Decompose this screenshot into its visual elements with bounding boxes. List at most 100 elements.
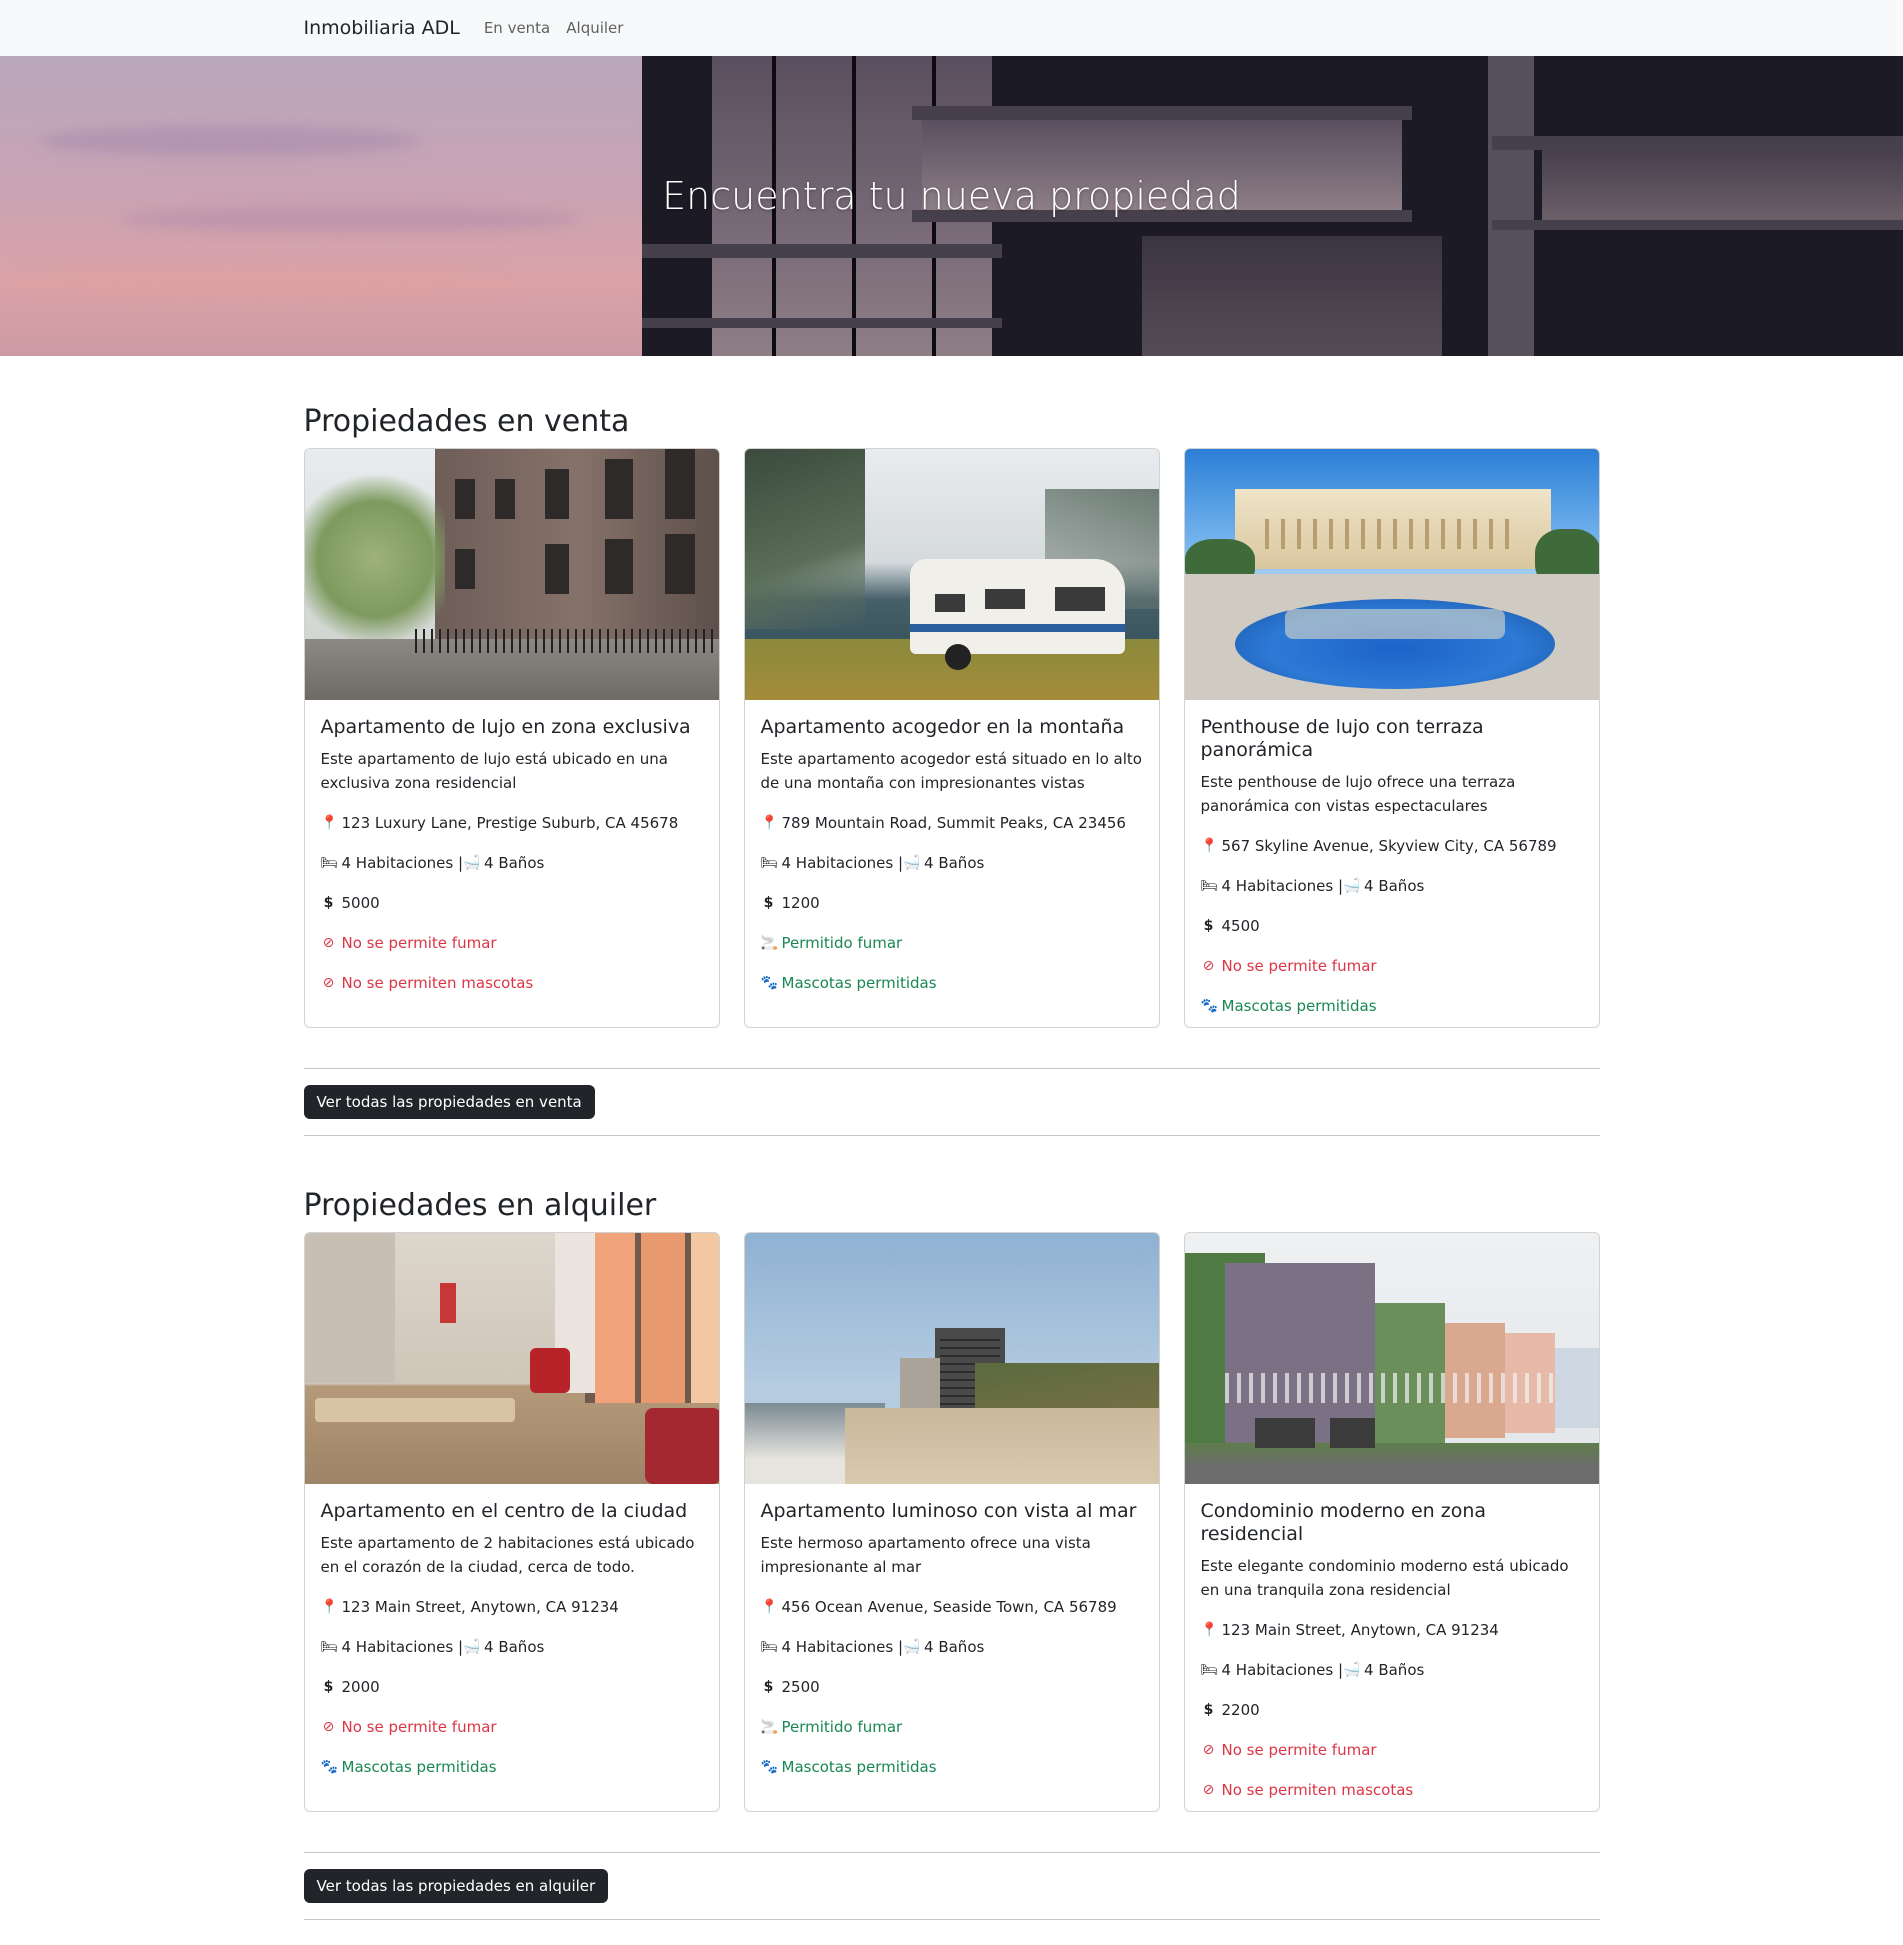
property-card[interactable]: Penthouse de lujo con terraza panorámica… [1183, 448, 1600, 1028]
map-pin-icon: 📍 [760, 1598, 778, 1615]
card-body: Condominio moderno en zona residencial E… [1185, 1484, 1599, 1811]
divider [303, 1919, 1600, 1920]
card-address: 📍 456 Ocean Avenue, Seaside Town, CA 5678… [761, 1595, 1143, 1619]
bath-icon: 🛁 [1343, 877, 1361, 894]
card-smoking: 🚬 Permitido fumar [761, 1715, 1143, 1739]
card-rooms: 🛏 4 Habitaciones | 🛁 4 Baños [1201, 1658, 1583, 1682]
card-description: Este apartamento de 2 habitaciones está … [320, 1533, 695, 1576]
rent-cards: Apartamento en el centro de la ciudad Es… [303, 1232, 1600, 1812]
divider [303, 1852, 1600, 1853]
dollar-icon: $ [323, 1678, 334, 1695]
bed-icon: 🛏 [1200, 877, 1219, 894]
bath-icon: 🛁 [903, 1638, 921, 1655]
beach-tower-photo [744, 1233, 1159, 1484]
dollar-icon: $ [763, 1678, 774, 1695]
mansion-pool-photo [1184, 449, 1599, 700]
paw-icon: 🐾 [320, 1758, 338, 1775]
view-all-rent-button[interactable]: Ver todas las propiedades en alquiler [303, 1869, 609, 1903]
no-pets-icon: ⊘ [1202, 1781, 1215, 1798]
card-body: Apartamento acogedor en la montaña Este … [745, 700, 1159, 1011]
divider [303, 1068, 1600, 1069]
hero-cloud [0, 266, 520, 300]
no-smoking-icon: ⊘ [322, 934, 335, 951]
dollar-icon: $ [323, 894, 334, 911]
card-title[interactable]: Penthouse de lujo con terraza panorámica [1201, 716, 1583, 762]
card-price: $2000 [321, 1675, 703, 1699]
sale-cards: Apartamento de lujo en zona exclusiva Es… [303, 448, 1600, 1028]
card-price: $5000 [321, 891, 703, 915]
navbar-container: Inmobiliaria ADL En venta Alquiler [304, 17, 1600, 39]
card-body: Apartamento luminoso con vista al mar Es… [745, 1484, 1159, 1795]
card-address: 📍 789 Mountain Road, Summit Peaks, CA 234… [761, 811, 1143, 835]
sale-section: Propiedades en venta Apartamento de lujo… [303, 356, 1600, 1136]
dollar-icon: $ [1203, 1701, 1214, 1718]
dollar-icon: $ [763, 894, 774, 911]
card-rooms: 🛏 4 Habitaciones | 🛁 4 Baños [761, 1635, 1143, 1659]
map-pin-icon: 📍 [1200, 837, 1218, 854]
card-pets: ⊘ No se permiten mascotas [1201, 1778, 1583, 1802]
card-pets: 🐾 Mascotas permitidas [761, 1755, 1143, 1779]
card-address: 📍 567 Skyline Avenue, Skyview City, CA 56… [1201, 834, 1583, 858]
card-price: $2200 [1201, 1698, 1583, 1722]
navbar: Inmobiliaria ADL En venta Alquiler [0, 0, 1903, 56]
map-pin-icon: 📍 [1200, 1621, 1218, 1638]
no-smoking-icon: ⊘ [1202, 957, 1215, 974]
card-rooms: 🛏 4 Habitaciones | 🛁 4 Baños [321, 851, 703, 875]
card-smoking: ⊘ No se permite fumar [321, 1715, 703, 1739]
bed-icon: 🛏 [1200, 1661, 1219, 1678]
bed-icon: 🛏 [320, 1638, 339, 1655]
hero-banner: Encuentra tu nueva propiedad [0, 56, 1903, 356]
brownstone-street-photo [304, 449, 719, 700]
nav-link-alquiler[interactable]: Alquiler [566, 19, 623, 37]
smoking-icon: 🚬 [760, 934, 778, 951]
no-pets-icon: ⊘ [322, 974, 335, 991]
card-body: Apartamento de lujo en zona exclusiva Es… [305, 700, 719, 1011]
property-card[interactable]: Condominio moderno en zona residencial E… [1183, 1232, 1600, 1812]
nav-link-en-venta[interactable]: En venta [484, 19, 550, 37]
no-smoking-icon: ⊘ [322, 1718, 335, 1735]
card-title[interactable]: Apartamento luminoso con vista al mar [761, 1500, 1143, 1523]
card-smoking: ⊘ No se permite fumar [1201, 1738, 1583, 1762]
view-all-sale-button[interactable]: Ver todas las propiedades en venta [303, 1085, 595, 1119]
map-pin-icon: 📍 [760, 814, 778, 831]
brand-link[interactable]: Inmobiliaria ADL [304, 17, 460, 39]
main-content: Propiedades en venta Apartamento de lujo… [303, 356, 1600, 1920]
card-title[interactable]: Apartamento acogedor en la montaña [761, 716, 1143, 739]
dollar-icon: $ [1203, 917, 1214, 934]
bed-icon: 🛏 [760, 1638, 779, 1655]
card-description: Este penthouse de lujo ofrece una terraz… [1200, 772, 1516, 815]
paw-icon: 🐾 [1200, 997, 1218, 1014]
card-smoking: ⊘ No se permite fumar [1201, 954, 1583, 978]
bath-icon: 🛁 [1343, 1661, 1361, 1678]
bath-icon: 🛁 [463, 1638, 481, 1655]
sale-heading: Propiedades en venta [303, 404, 630, 439]
card-title[interactable]: Apartamento de lujo en zona exclusiva [321, 716, 703, 739]
map-pin-icon: 📍 [320, 1598, 338, 1615]
card-price: $2500 [761, 1675, 1143, 1699]
card-title[interactable]: Apartamento en el centro de la ciudad [321, 1500, 703, 1523]
card-description: Este hermoso apartamento ofrece una vist… [760, 1533, 1091, 1576]
card-smoking: ⊘ No se permite fumar [321, 931, 703, 955]
card-rooms: 🛏 4 Habitaciones | 🛁 4 Baños [761, 851, 1143, 875]
card-rooms: 🛏 4 Habitaciones | 🛁 4 Baños [321, 1635, 703, 1659]
property-card[interactable]: Apartamento luminoso con vista al mar Es… [743, 1232, 1160, 1812]
bed-icon: 🛏 [760, 854, 779, 871]
rent-heading: Propiedades en alquiler [303, 1188, 657, 1223]
bed-icon: 🛏 [320, 854, 339, 871]
card-description: Este elegante condominio moderno está ub… [1200, 1556, 1569, 1599]
hero-cloud [40, 126, 420, 156]
card-address: 📍 123 Main Street, Anytown, CA 91234 [1201, 1618, 1583, 1642]
property-card[interactable]: Apartamento de lujo en zona exclusiva Es… [303, 448, 720, 1028]
card-address: 📍 123 Main Street, Anytown, CA 91234 [321, 1595, 703, 1619]
property-card[interactable]: Apartamento en el centro de la ciudad Es… [303, 1232, 720, 1812]
card-title[interactable]: Condominio moderno en zona residencial [1201, 1500, 1583, 1546]
property-card[interactable]: Apartamento acogedor en la montaña Este … [743, 448, 1160, 1028]
row-houses-photo [1184, 1233, 1599, 1484]
card-description: Este apartamento acogedor está situado e… [760, 749, 1142, 792]
card-price: $4500 [1201, 914, 1583, 938]
hero-title: Encuentra tu nueva propiedad [662, 174, 1241, 218]
paw-icon: 🐾 [760, 974, 778, 991]
card-body: Apartamento en el centro de la ciudad Es… [305, 1484, 719, 1795]
smoking-icon: 🚬 [760, 1718, 778, 1735]
rent-section: Propiedades en alquiler Apartamento en e… [303, 1136, 1600, 1920]
